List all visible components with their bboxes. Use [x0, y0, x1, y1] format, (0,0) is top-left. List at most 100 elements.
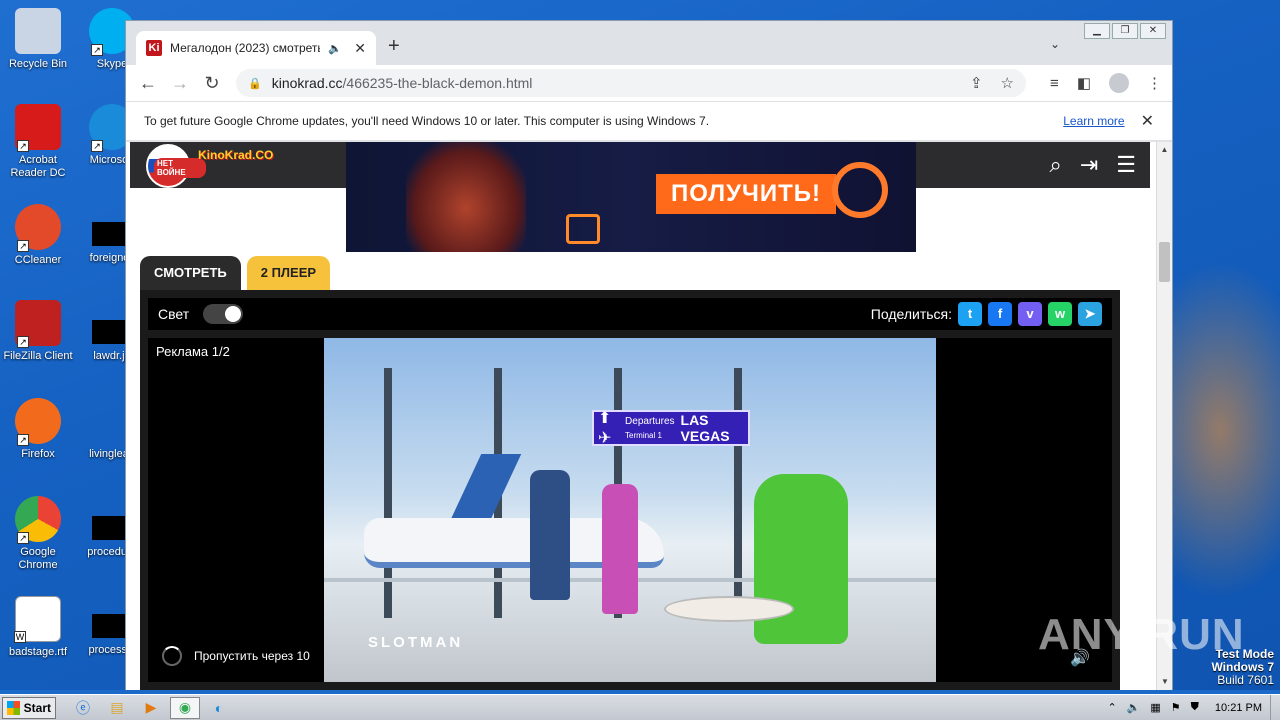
bookmark-star-icon[interactable]: ☆: [1001, 74, 1014, 92]
player-screen[interactable]: Реклама 1/2 ⬆✈ Departures Terminal 1 LAS…: [148, 338, 1112, 682]
desktop-icon-label: Acrobat Reader DC: [10, 154, 66, 179]
desktop-icon-label: CCleaner: [14, 254, 62, 266]
desktop-icon-chrome[interactable]: ↗ Google Chrome: [0, 496, 76, 572]
sign-city: LAS VEGAS: [680, 412, 730, 444]
flag-tray-icon[interactable]: ⚑: [1171, 701, 1181, 714]
acrobat-icon: ↗: [15, 104, 61, 152]
desktop-icon-ccleaner[interactable]: ↗ CCleaner: [0, 204, 76, 267]
desktop-icon-filezilla[interactable]: ↗ FileZilla Client: [0, 300, 76, 363]
learn-more-link[interactable]: Learn more: [1063, 114, 1124, 128]
banner-cta[interactable]: ПОЛУЧИТЬ!: [656, 174, 836, 214]
telegram-icon[interactable]: ➤: [1078, 302, 1102, 326]
cafe-table: [664, 596, 794, 622]
chrome-taskbar-icon[interactable]: ◉: [170, 696, 200, 719]
scroll-thumb[interactable]: [1159, 242, 1170, 282]
shield-tray-icon[interactable]: ⛊: [1191, 701, 1199, 714]
ccleaner-icon: ↗: [15, 204, 61, 252]
start-label: Start: [23, 700, 51, 715]
clock[interactable]: 10:21 PM: [1215, 702, 1262, 714]
skip-ad-button[interactable]: Пропустить через 10: [162, 646, 310, 666]
build-label: Build 7601: [1217, 673, 1274, 687]
start-button[interactable]: Start: [2, 696, 56, 719]
lock-icon[interactable]: 🔒: [248, 77, 262, 90]
tab-watch[interactable]: СМОТРЕТЬ: [140, 256, 241, 290]
scroll-up-icon[interactable]: ▲: [1157, 142, 1172, 158]
close-infobar-icon[interactable]: ✕: [1141, 111, 1154, 131]
infobar-message: To get future Google Chrome updates, you…: [144, 114, 710, 128]
address-bar[interactable]: 🔒 kinokrad.cc/466235-the-black-demon.htm…: [236, 69, 1026, 97]
profile-avatar[interactable]: [1109, 73, 1129, 93]
whatsapp-icon[interactable]: w: [1048, 302, 1072, 326]
recycle-bin-icon: [15, 8, 61, 54]
site-logo[interactable]: НЕТ ВОЙНЕ KinoKrad.CO: [146, 144, 273, 188]
network-tray-icon[interactable]: ▦: [1150, 701, 1160, 714]
favicon-icon: Ki: [146, 40, 162, 56]
share-bar: Поделиться: t f v w ➤: [871, 302, 1102, 326]
gift-icon: [566, 214, 600, 244]
test-mode-notice: Test Mode Windows 7 Build 7601: [1211, 648, 1274, 687]
scroll-down-icon[interactable]: ▼: [1157, 674, 1173, 690]
desktop-icon-label: Skype: [96, 58, 128, 70]
ie-taskbar-icon[interactable]: ⓔ: [68, 697, 98, 719]
browser-toolbar: ← → ↻ 🔒 kinokrad.cc/466235-the-black-dem…: [126, 65, 1172, 101]
forward-icon[interactable]: →: [164, 73, 196, 94]
tab-player-2[interactable]: 2 ПЛЕЕР: [246, 256, 331, 290]
reload-icon[interactable]: ↻: [196, 73, 228, 94]
web-page: НЕТ ВОЙНЕ KinoKrad.CO ⌕ ⇥ ☰ ПОЛУЧИТЬ! СМ…: [126, 142, 1156, 690]
tab-search-icon[interactable]: ⌄: [1050, 37, 1060, 51]
minimize-button[interactable]: ▁: [1084, 23, 1110, 39]
plane-tail: [446, 454, 522, 528]
close-window-button[interactable]: ✕: [1140, 23, 1166, 39]
light-toggle[interactable]: [203, 304, 244, 324]
window-controls: ▁ ❐ ✕: [1084, 23, 1166, 39]
desktop-icon-recycle-bin[interactable]: Recycle Bin: [0, 8, 76, 71]
tray-expand-icon[interactable]: ⌃: [1107, 701, 1116, 714]
browser-tab[interactable]: Ki Мегалодон (2023) смотреть он 🔈 ✕: [136, 31, 376, 65]
ad-video[interactable]: ⬆✈ Departures Terminal 1 LAS VEGAS SLOTM…: [324, 338, 936, 682]
chrome-icon: ↗: [15, 496, 61, 544]
departures-arrow-icon: ⬆✈: [598, 410, 612, 447]
system-tray: ⌃ 🔈 ▦ ⚑ ⛊ 10:21 PM: [1107, 701, 1270, 714]
tab-title: Мегалодон (2023) смотреть он: [170, 41, 320, 55]
desktop-icon-label: FileZilla Client: [3, 350, 73, 362]
search-icon[interactable]: ⌕: [1050, 152, 1062, 178]
edge-taskbar-icon[interactable]: ◐: [204, 697, 234, 719]
player-tabs: СМОТРЕТЬ 2 ПЛЕЕР: [140, 256, 331, 290]
viber-icon[interactable]: v: [1018, 302, 1042, 326]
light-label: Свет: [158, 306, 190, 322]
chrome-window: ▁ ❐ ✕ Ki Мегалодон (2023) смотреть он 🔈 …: [125, 20, 1173, 690]
facebook-icon[interactable]: f: [988, 302, 1012, 326]
banner-character: [406, 142, 526, 252]
sign-departures: Departures: [625, 416, 675, 427]
video-player: Свет Поделиться: t f v w ➤ Реклама 1/2 ⬆…: [140, 290, 1120, 690]
share-page-icon[interactable]: ⇪: [970, 74, 983, 92]
close-tab-icon[interactable]: ✕: [354, 40, 366, 57]
desktop-icon-firefox[interactable]: ↗ Firefox: [0, 398, 76, 461]
media-player-taskbar-icon[interactable]: ▶: [136, 697, 166, 719]
desktop-icon-label: Firefox: [21, 448, 55, 460]
taskbar: Start ⓔ ▤ ▶ ◉ ◐ ⌃ 🔈 ▦ ⚑ ⛊ 10:21 PM: [0, 694, 1280, 720]
volume-tray-icon[interactable]: 🔈: [1127, 701, 1141, 714]
brand-logo: SLOTMAN: [368, 634, 464, 651]
new-tab-button[interactable]: +: [388, 35, 400, 58]
explorer-taskbar-icon[interactable]: ▤: [102, 697, 132, 719]
speaker-icon[interactable]: 🔈: [328, 42, 342, 55]
ad-banner[interactable]: ПОЛУЧИТЬ!: [346, 142, 916, 252]
menu-kebab-icon[interactable]: ⋮: [1147, 74, 1162, 92]
traveler-woman: [530, 470, 570, 600]
hamburger-menu-icon[interactable]: ☰: [1116, 152, 1136, 178]
show-desktop-button[interactable]: [1270, 694, 1280, 720]
desktop-icon-badstage[interactable]: W badstage.rtf: [0, 596, 76, 659]
url-path: /466235-the-black-demon.html: [342, 75, 533, 91]
twitter-icon[interactable]: t: [958, 302, 982, 326]
desktop-icon-label: badstage.rtf: [8, 646, 68, 658]
desktop-icon-label: Recycle Bin: [8, 58, 68, 70]
maximize-button[interactable]: ❐: [1112, 23, 1138, 39]
firefox-icon: ↗: [15, 398, 61, 446]
desktop-icon-acrobat[interactable]: ↗ Acrobat Reader DC: [0, 104, 76, 180]
side-panel-icon[interactable]: ◧: [1077, 74, 1091, 92]
back-icon[interactable]: ←: [132, 73, 164, 94]
media-control-icon[interactable]: ≡: [1050, 75, 1059, 92]
login-icon[interactable]: ⇥: [1080, 152, 1098, 178]
page-scrollbar[interactable]: ▲ ▼: [1156, 142, 1172, 690]
